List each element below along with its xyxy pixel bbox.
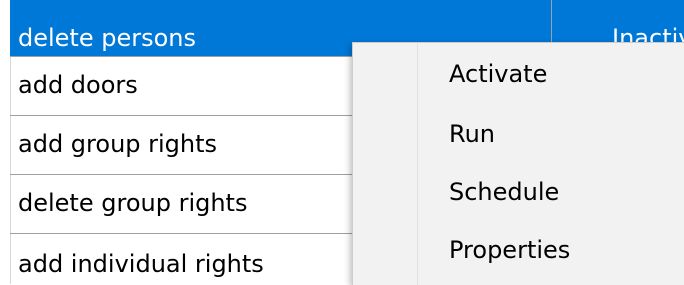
menu-icon-gutter [353, 43, 418, 285]
menu-item-activate[interactable]: Activate [449, 59, 547, 89]
context-menu: Activate Run Schedule Properties [352, 42, 684, 285]
row-label: add group rights [18, 130, 218, 158]
row-label: add individual rights [18, 250, 264, 278]
menu-item-schedule[interactable]: Schedule [449, 177, 559, 207]
menu-item-properties[interactable]: Properties [449, 235, 570, 265]
row-label: delete persons [18, 24, 197, 52]
menu-item-run[interactable]: Run [449, 119, 495, 149]
row-label: add doors [18, 71, 138, 99]
row-label: delete group rights [18, 189, 248, 217]
